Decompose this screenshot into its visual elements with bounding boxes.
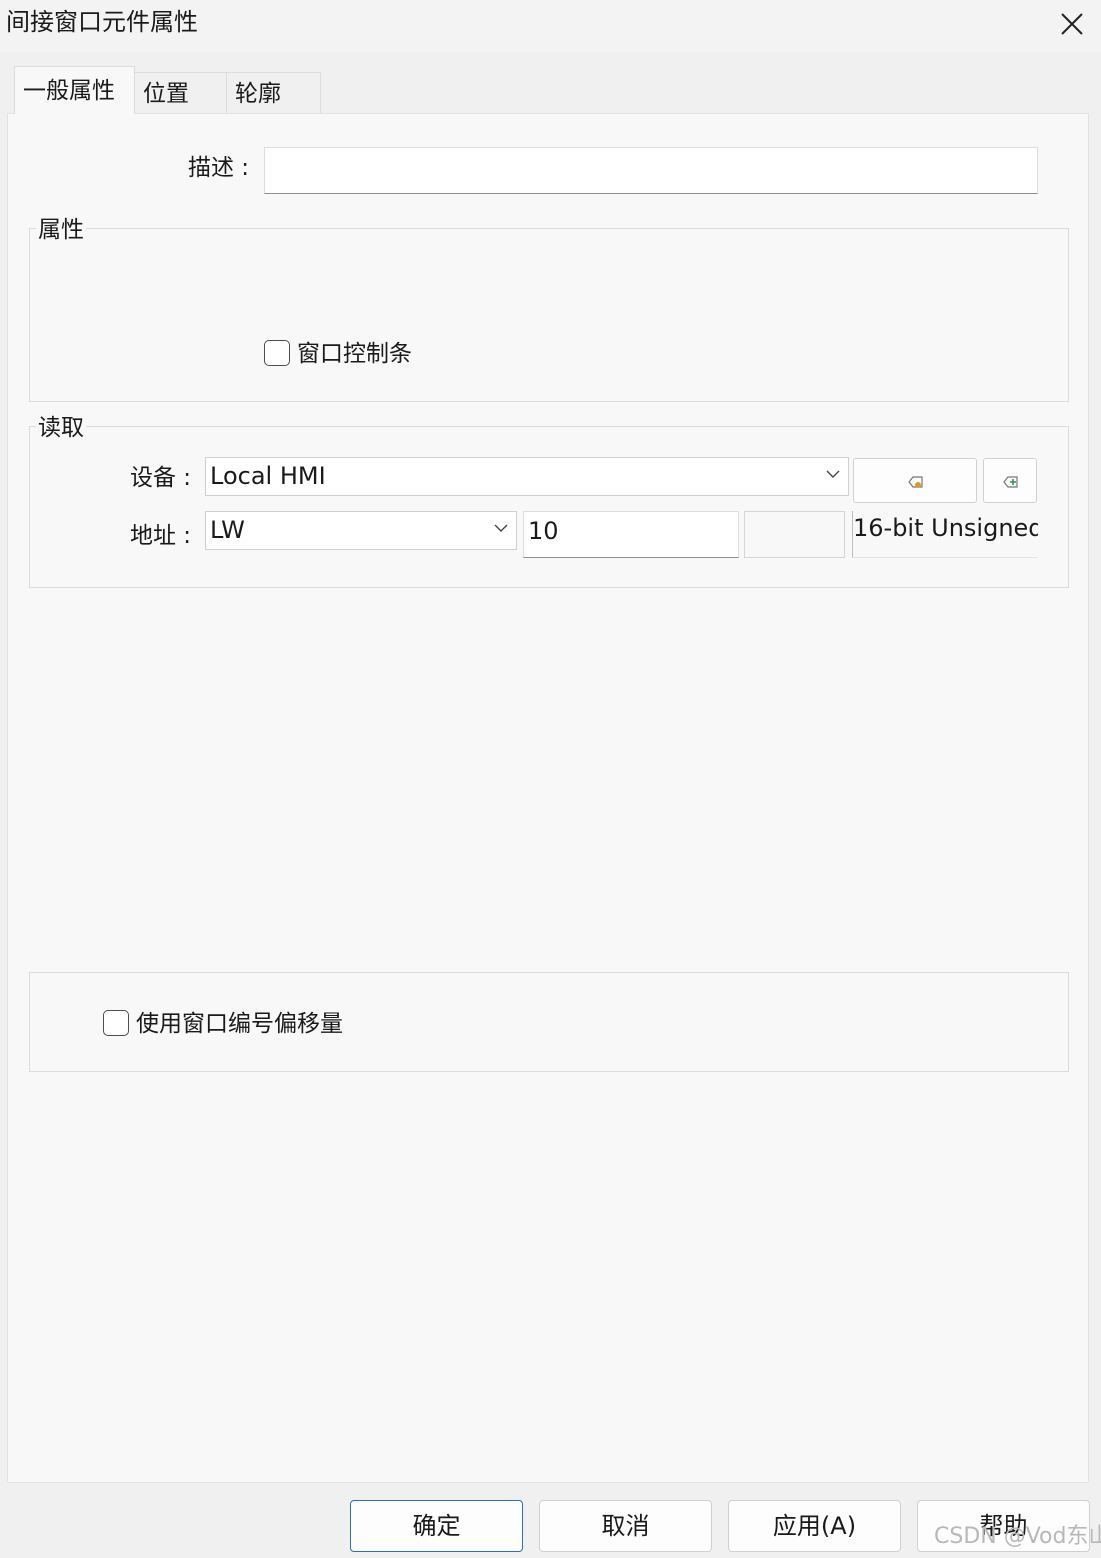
chevron-down-icon <box>494 524 508 532</box>
description-input[interactable] <box>264 147 1038 194</box>
device-label: 设备 : <box>130 465 192 491</box>
attributes-group-title: 属性 <box>36 215 86 245</box>
cancel-button[interactable]: 取消 <box>539 1500 712 1552</box>
watermark: CSDN @Vod东山 <box>934 1524 1101 1549</box>
tab-outline[interactable]: 轮廓 <box>226 72 321 114</box>
title-bar: 间接窗口元件属性 <box>0 0 1101 52</box>
tag-add-icon <box>1003 476 1018 488</box>
data-format-display: 16-bit Unsigned <box>852 511 1038 558</box>
tag-icon <box>908 476 923 488</box>
window-offset-checkbox[interactable] <box>103 1010 129 1036</box>
read-group-title: 读取 <box>36 413 86 443</box>
add-tag-button[interactable] <box>983 458 1037 503</box>
address-type-value: LW <box>210 516 245 544</box>
window-control-bar-checkbox[interactable] <box>264 340 290 366</box>
device-select-value: Local HMI <box>210 462 326 490</box>
tab-general[interactable]: 一般属性 <box>14 66 135 114</box>
description-label: 描述 : <box>188 155 250 181</box>
window-control-bar-label: 窗口控制条 <box>297 341 412 367</box>
attributes-group <box>29 228 1069 402</box>
address-label: 地址 : <box>130 523 192 549</box>
address-index-field <box>744 511 845 558</box>
ok-button[interactable]: 确定 <box>350 1500 523 1552</box>
address-type-select[interactable]: LW <box>205 511 517 550</box>
close-icon[interactable] <box>1052 4 1092 44</box>
tag-button[interactable] <box>853 458 977 503</box>
chevron-down-icon <box>826 470 840 478</box>
address-input[interactable]: 10 <box>523 511 739 558</box>
tab-position[interactable]: 位置 <box>134 72 227 114</box>
window-offset-label: 使用窗口编号偏移量 <box>136 1011 343 1037</box>
device-select[interactable]: Local HMI <box>205 457 849 496</box>
apply-button[interactable]: 应用(A) <box>728 1500 901 1552</box>
read-group <box>29 426 1069 588</box>
window-title: 间接窗口元件属性 <box>6 8 198 36</box>
